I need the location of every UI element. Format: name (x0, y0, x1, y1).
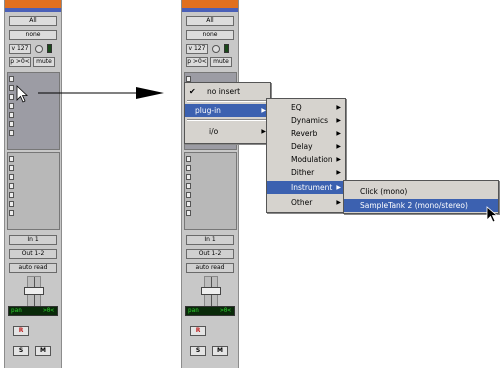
menu-item-io[interactable]: i/o ▶ (185, 125, 270, 138)
mouse-pointer-icon (486, 206, 499, 223)
plugin-submenu: EQ ▶ Dynamics ▶ Reverb ▶ Delay ▶ Modulat… (266, 98, 346, 213)
menu-item-dither[interactable]: Dither ▶ (267, 166, 345, 179)
submenu-arrow-icon: ▶ (336, 199, 341, 206)
submenu-arrow-icon: ▶ (336, 130, 341, 137)
menu-item-plug-in[interactable]: plug-in ▶ (185, 104, 270, 117)
submenu-arrow-icon: ▶ (336, 117, 341, 124)
submenu-arrow-icon: ▶ (336, 169, 341, 176)
instrument-submenu: Click (mono) SampleTank 2 (mono/stereo) (343, 180, 499, 214)
menu-item-modulation[interactable]: Modulation ▶ (267, 153, 345, 166)
mouse-pointer-icon (16, 85, 29, 103)
menu-item-delay[interactable]: Delay ▶ (267, 140, 345, 153)
menu-item-sampletank[interactable]: SampleTank 2 (mono/stereo) (344, 199, 498, 212)
menu-item-other[interactable]: Other ▶ (267, 196, 345, 209)
submenu-arrow-icon: ▶ (336, 104, 341, 111)
submenu-arrow-icon: ▶ (336, 156, 341, 163)
submenu-arrow-icon: ▶ (336, 184, 341, 191)
menu-item-no-insert[interactable]: ✔ no insert (185, 85, 270, 98)
menu-item-eq[interactable]: EQ ▶ (267, 101, 345, 114)
menu-item-instrument[interactable]: Instrument ▶ (267, 181, 345, 194)
menu-item-click-mono[interactable]: Click (mono) (344, 185, 498, 198)
menu-item-reverb[interactable]: Reverb ▶ (267, 127, 345, 140)
checkmark-icon: ✔ (189, 87, 196, 96)
menu-item-dynamics[interactable]: Dynamics ▶ (267, 114, 345, 127)
submenu-arrow-icon: ▶ (336, 143, 341, 150)
insert-menu: ✔ no insert plug-in ▶ i/o ▶ (184, 82, 271, 144)
